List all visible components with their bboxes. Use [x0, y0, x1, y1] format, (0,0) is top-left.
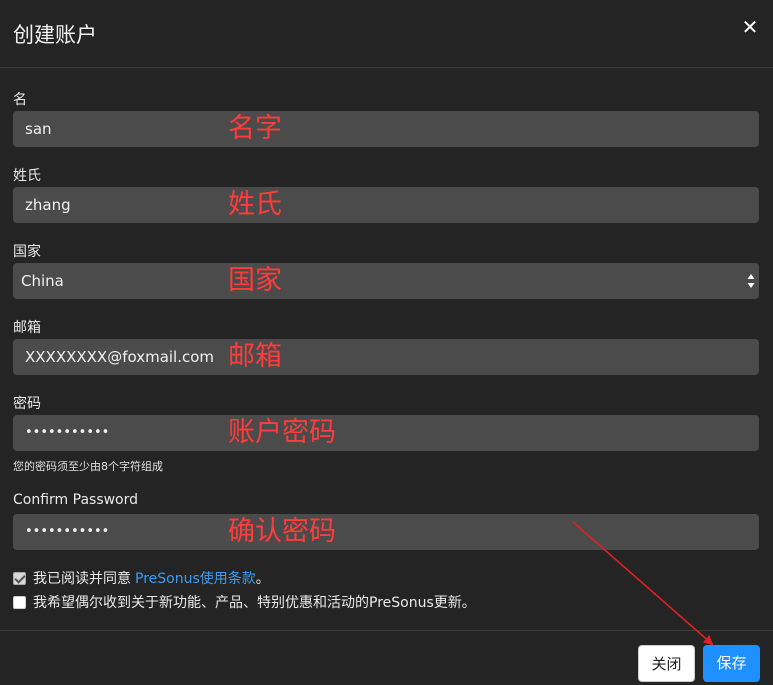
terms-link[interactable]: PreSonus使用条款 — [135, 568, 256, 588]
password-annotation: 账户密码 — [228, 417, 336, 448]
confirm-password-input[interactable]: ••••••••••• — [13, 514, 759, 550]
close-button[interactable]: 关闭 — [638, 645, 695, 682]
dialog-title: 创建账户 — [13, 23, 97, 47]
terms-suffix: 。 — [255, 571, 270, 587]
last-name-annotation: 姓氏 — [228, 189, 282, 220]
terms-checkbox[interactable] — [13, 571, 26, 585]
email-input[interactable]: XXXXXXXX@foxmail.com — [13, 339, 759, 375]
first-name-input[interactable]: san — [13, 111, 759, 147]
save-button[interactable]: 保存 — [703, 645, 760, 682]
footer-divider — [0, 630, 773, 631]
password-help-text: 您的密码须至少由8个字符组成 — [13, 460, 163, 473]
email-label: 邮箱 — [13, 320, 41, 336]
dialog-header: 创建账户 ✕ — [0, 0, 773, 68]
first-name-annotation: 名字 — [228, 113, 282, 144]
terms-text: 我已阅读并同意 — [33, 571, 131, 587]
last-name-label: 姓氏 — [13, 168, 41, 184]
country-select[interactable]: China — [13, 263, 759, 299]
country-select-value: China — [21, 272, 64, 290]
newsletter-row: 我希望偶尔收到关于新功能、产品、特别优惠和活动的PreSonus更新。 — [13, 592, 476, 612]
close-icon[interactable]: ✕ — [741, 16, 759, 38]
select-arrows-icon — [747, 274, 755, 288]
email-annotation: 邮箱 — [228, 341, 282, 372]
country-label: 国家 — [13, 244, 41, 260]
last-name-input[interactable]: zhang — [13, 187, 759, 223]
password-input[interactable]: ••••••••••• — [13, 415, 759, 451]
country-annotation: 国家 — [228, 265, 282, 296]
newsletter-checkbox[interactable] — [13, 595, 26, 609]
confirm-password-annotation: 确认密码 — [228, 516, 336, 547]
create-account-dialog: 创建账户 ✕ 名 san 名字 姓氏 zhang 姓氏 国家 China 国家 … — [0, 0, 773, 685]
first-name-label: 名 — [13, 92, 27, 108]
terms-row: 我已阅读并同意 PreSonus使用条款 。 — [13, 568, 270, 588]
confirm-password-label: Confirm Password — [13, 492, 139, 508]
newsletter-text: 我希望偶尔收到关于新功能、产品、特别优惠和活动的PreSonus更新。 — [33, 595, 476, 611]
password-label: 密码 — [13, 396, 41, 412]
